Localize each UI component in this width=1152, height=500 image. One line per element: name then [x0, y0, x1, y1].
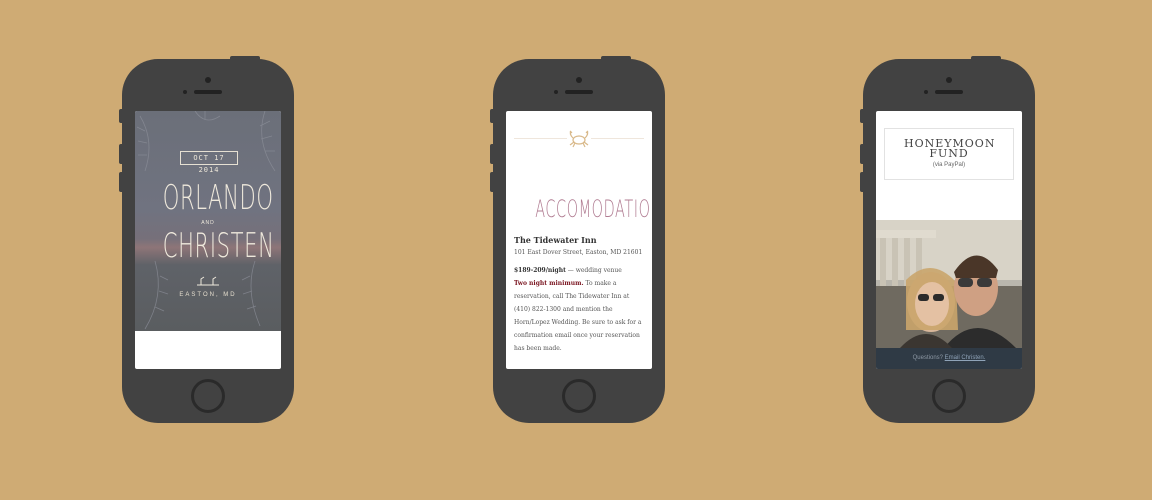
home-button — [932, 379, 966, 413]
volume-down-button — [860, 172, 864, 192]
reservation-instructions: To make a reservation, call The Tidewate… — [514, 280, 642, 352]
mute-switch — [119, 109, 123, 123]
inn-name: The Tidewater Inn — [514, 235, 597, 245]
volume-up-button — [490, 144, 494, 164]
speaker-grille — [565, 90, 593, 94]
volume-down-button — [119, 172, 123, 192]
home-button — [562, 379, 596, 413]
rate-text: $189-209/night — [514, 267, 566, 274]
inn-address: 101 East Dover Street, Easton, MD 21601 — [514, 249, 643, 256]
sensor-dot — [924, 90, 928, 94]
phone-mockup-1: OCT 17 2014 ORLANDO AND CHRISTEN EASTON,… — [119, 56, 294, 423]
minimum-stay: Two night minimum. — [514, 280, 584, 287]
footer-text: Questions? — [912, 355, 945, 361]
inn-details: $189-209/night — wedding venue Two night … — [514, 264, 646, 355]
speaker-grille — [194, 90, 222, 94]
sensor-dot — [554, 90, 558, 94]
birds-icon — [197, 276, 219, 286]
questions-footer: Questions? Email Christen. — [876, 348, 1022, 369]
accommodations-heading: ACCOMODATIONS — [535, 195, 652, 223]
volume-down-button — [490, 172, 494, 192]
camera-icon — [205, 77, 211, 83]
volume-up-button — [860, 144, 864, 164]
honeymoon-fund-title: HONEYMOON FUND — [904, 137, 996, 160]
crab-icon — [567, 128, 591, 148]
paypal-subtitle: (via PayPal) — [932, 162, 966, 168]
home-button — [191, 379, 225, 413]
groom-name: ORLANDO — [162, 178, 274, 218]
camera-icon — [946, 77, 952, 83]
accommodations-body: The Tidewater Inn 101 East Dover Street,… — [514, 235, 646, 355]
honeymoon-fund-box[interactable]: HONEYMOON FUND (via PayPal) — [884, 128, 1014, 180]
speaker-grille — [935, 90, 963, 94]
phone-screen: OCT 17 2014 ORLANDO AND CHRISTEN EASTON,… — [135, 111, 281, 369]
bride-name: CHRISTEN — [162, 226, 275, 266]
phone-mockup-3: HONEYMOON FUND (via PayPal) Questions? E… — [860, 56, 1035, 423]
phone-screen: HONEYMOON FUND (via PayPal) Questions? E… — [876, 111, 1022, 369]
mute-switch — [490, 109, 494, 123]
hero-section: OCT 17 2014 ORLANDO AND CHRISTEN EASTON,… — [135, 111, 281, 331]
wedding-date: OCT 17 2014 — [180, 151, 238, 174]
camera-icon — [576, 77, 582, 83]
location-label: EASTON, MD — [179, 292, 237, 298]
email-christen-link[interactable]: Email Christen. — [945, 355, 986, 361]
sensor-dot — [183, 90, 187, 94]
volume-up-button — [119, 144, 123, 164]
couple-photo — [876, 220, 1022, 348]
rate-note: — wedding venue — [565, 267, 622, 274]
phone-screen: ACCOMODATIONS The Tidewater Inn 101 East… — [506, 111, 652, 369]
phone-mockup-2: ACCOMODATIONS The Tidewater Inn 101 East… — [490, 56, 665, 423]
mute-switch — [860, 109, 864, 123]
